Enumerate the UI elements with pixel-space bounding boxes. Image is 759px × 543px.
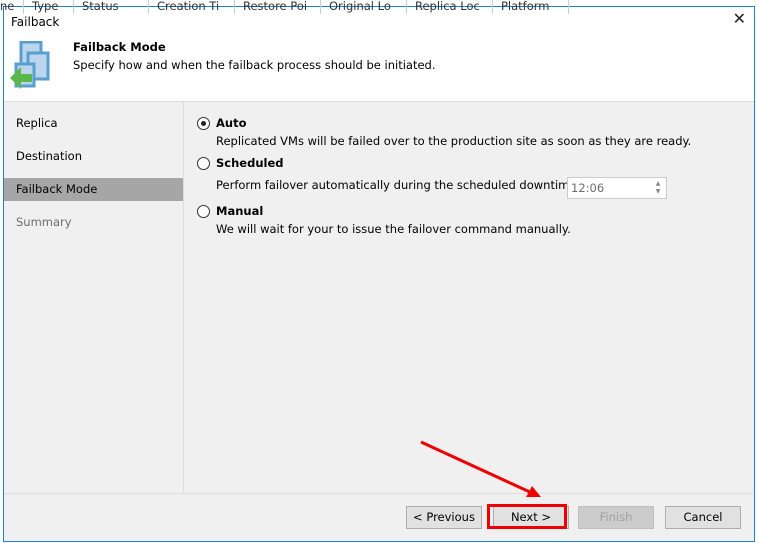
annotation-arrow [420,440,541,497]
column-header: Replica Loc [407,0,493,14]
column-header: Creation Ti [149,0,235,14]
background-table-header: ne Type Status Creation Ti Restore Poi O… [0,0,690,14]
column-header: Platform [493,0,569,14]
column-header: ne [0,0,24,14]
column-header: Status [74,0,149,14]
column-header: Restore Poi [235,0,321,14]
column-header: Original Lo [321,0,407,14]
column-header: Type [24,0,74,14]
